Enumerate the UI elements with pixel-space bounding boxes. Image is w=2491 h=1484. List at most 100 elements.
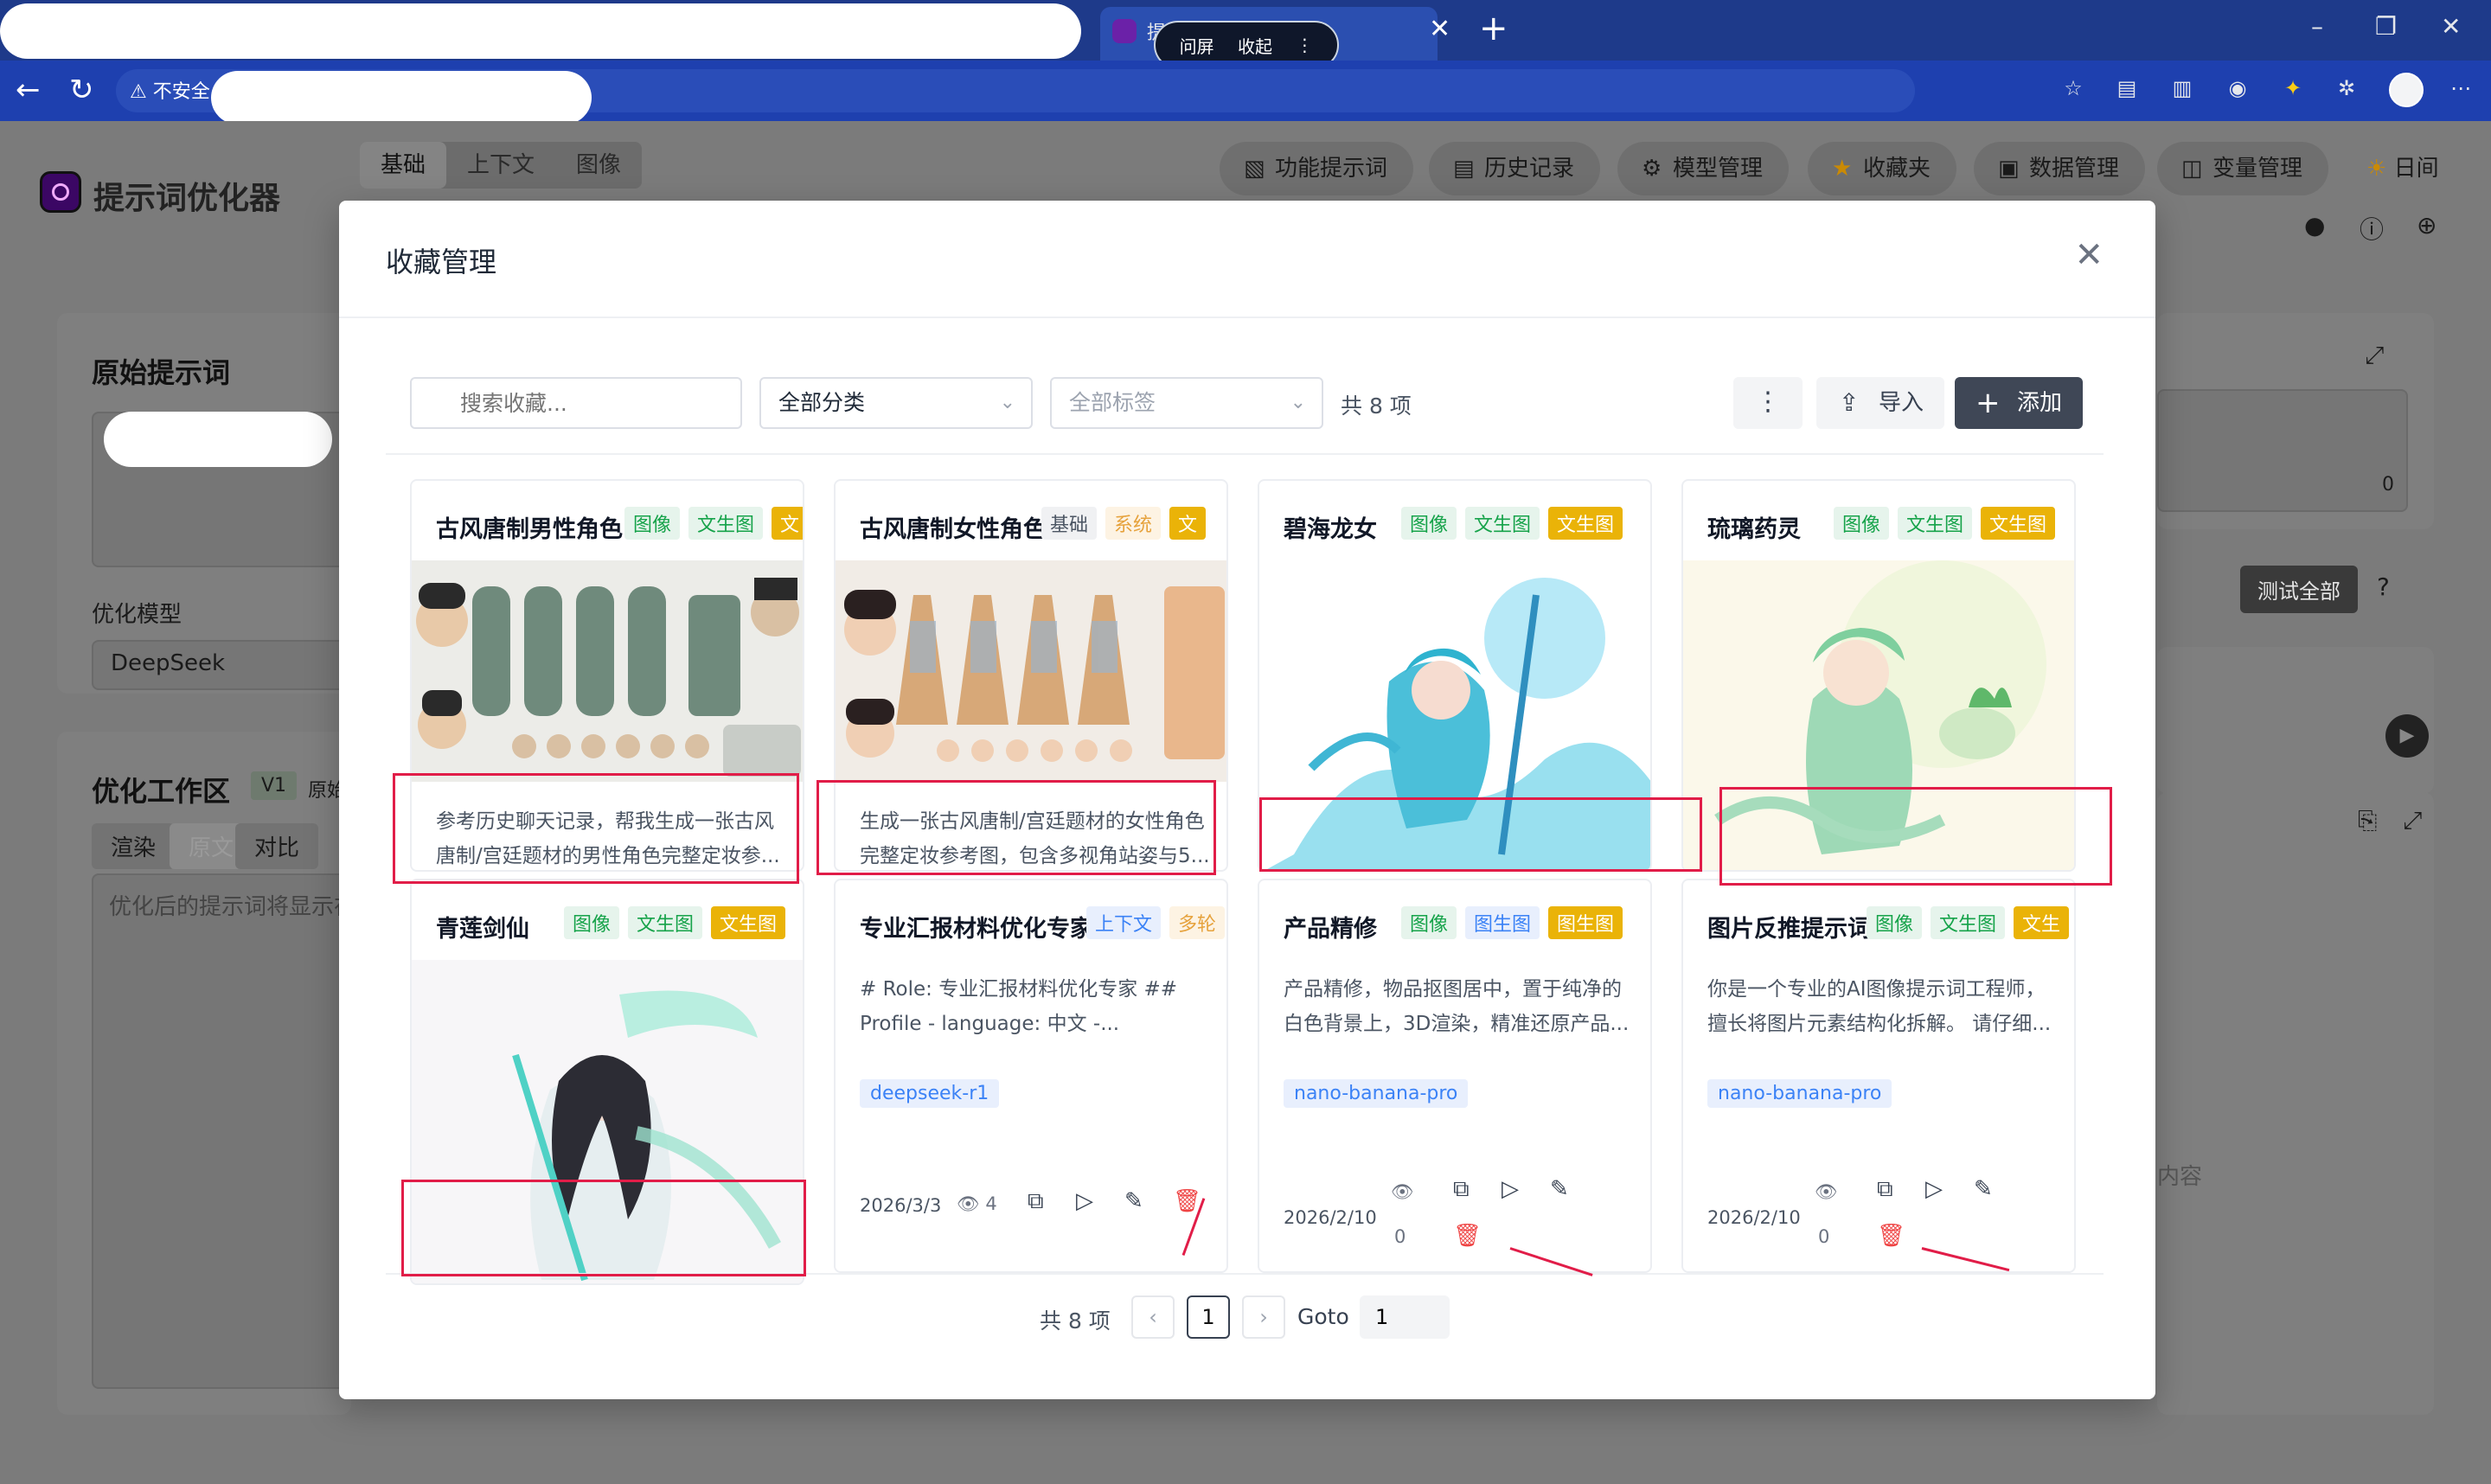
favorite-card[interactable]: 专业汇报材料优化专家 上下文 多轮 # Role: 专业汇报材料优化专家 ## … (834, 879, 1228, 1273)
category-select[interactable]: 全部分类 ⌄ (759, 377, 1033, 429)
render-tab[interactable]: 渲染 (92, 823, 176, 869)
data-manage-label: 数据管理 (2029, 156, 2120, 182)
minimize-icon[interactable]: – (2311, 12, 2323, 41)
annotation-box (401, 1180, 806, 1276)
play-icon[interactable]: ▷ (1076, 1188, 1093, 1214)
card-tag: 图像 (1401, 507, 1457, 540)
goto-input[interactable] (1360, 1295, 1450, 1339)
edit-icon[interactable]: ✎ (1550, 1176, 1569, 1202)
pill-collapse-label[interactable]: 收起 (1238, 33, 1272, 58)
prev-page-button[interactable]: ‹ (1131, 1295, 1175, 1339)
chevron-down-icon: ⌄ (999, 392, 1015, 413)
favorite-card[interactable]: 产品精修 图像 图生图 图生图 产品精修，物品抠图居中，置于纯净的白色背景上，3… (1258, 879, 1652, 1273)
card-tag: 文生图 (628, 906, 703, 939)
search-input[interactable] (410, 377, 742, 429)
eye-icon: 👁 (957, 1193, 980, 1214)
favorites-button[interactable]: ★ 收藏夹 (1808, 142, 1957, 195)
window-close-icon[interactable]: ✕ (2441, 12, 2461, 41)
history-label: 历史记录 (1484, 156, 1575, 182)
data-manage-button[interactable]: ▣ 数据管理 (1974, 142, 2146, 195)
compare-tab[interactable]: 对比 (235, 823, 319, 869)
github-icon[interactable]: ● (2304, 211, 2325, 240)
model-chip[interactable]: nano-banana-pro (1707, 1079, 1892, 1108)
restore-icon[interactable]: ❐ (2375, 12, 2397, 41)
help-icon[interactable]: ? (2377, 572, 2390, 601)
copy-icon[interactable]: ⧉ (1028, 1188, 1044, 1215)
tag-select[interactable]: 全部标签 ⌄ (1050, 377, 1323, 429)
history-button[interactable]: ▤ 历史记录 (1429, 142, 1601, 195)
tab-basic[interactable]: 基础 (360, 142, 447, 189)
favorites-label: 收藏夹 (1863, 156, 1931, 182)
tab-close-icon[interactable]: ✕ (1429, 14, 1450, 44)
card-tag: 系统 (1105, 507, 1162, 540)
card-image-female-costume-sheet[interactable] (836, 560, 1226, 782)
fullscreen-icon[interactable]: ⤢ (2365, 341, 2384, 370)
browser-menu-icon[interactable]: ⋯ (2448, 76, 2474, 102)
view-count: 👁 4 (957, 1193, 997, 1215)
delete-icon[interactable]: 🗑 (1877, 1223, 1905, 1249)
more-options-button[interactable]: ⋮ (1733, 377, 1803, 429)
copy-icon[interactable]: ⧉ (1877, 1176, 1893, 1203)
delete-icon[interactable]: 🗑 (1453, 1223, 1482, 1249)
save-icon: ▣ (1998, 156, 2020, 182)
card-title: 产品精修 (1284, 916, 1377, 943)
function-prompts-button[interactable]: ▧ 功能提示词 (1220, 142, 1414, 195)
model-chip[interactable]: deepseek-r1 (860, 1079, 1000, 1108)
expand-icon[interactable]: ⤢ (2403, 806, 2422, 835)
card-description: # Role: 专业汇报材料优化专家 ## Profile - language… (860, 978, 1178, 1035)
card-tag: 文生图 (1931, 906, 2006, 939)
glasses-icon[interactable]: ◉ (2225, 76, 2251, 102)
new-tab-icon[interactable]: + (1479, 9, 1508, 48)
card-tag: 文生 (2014, 906, 2070, 939)
extension-icon[interactable]: ▤ (2114, 76, 2140, 102)
card-tag: 上下文 (1086, 906, 1162, 939)
mode-tabs: 基础 上下文 图像 (360, 142, 643, 189)
model-value: DeepSeek (111, 650, 226, 676)
function-prompts-label: 功能提示词 (1275, 156, 1388, 182)
copy-icon[interactable]: ⧉ (1453, 1176, 1470, 1203)
play-icon[interactable]: ▷ (1502, 1176, 1519, 1202)
tab-image[interactable]: 图像 (555, 142, 642, 189)
add-button[interactable]: + 添加 (1955, 377, 2083, 429)
model-chip[interactable]: nano-banana-pro (1284, 1079, 1469, 1108)
modal-title: 收藏管理 (386, 246, 497, 278)
puzzle-icon[interactable]: ✲ (2334, 76, 2360, 102)
card-title: 图片反推提示词 (1707, 916, 1871, 943)
security-warning[interactable]: ⚠ 不安全 (130, 76, 210, 104)
import-button[interactable]: ⇪ 导入 (1816, 377, 1944, 429)
workspace-output[interactable] (92, 873, 351, 1389)
page-button-current[interactable]: 1 (1187, 1295, 1230, 1339)
modal-close-icon[interactable]: ✕ (2074, 235, 2104, 275)
model-manage-button[interactable]: ⚙ 模型管理 (1617, 142, 1790, 195)
theme-toggle[interactable]: ☀ 日间 (2366, 150, 2439, 182)
version-badge[interactable]: V1 (251, 771, 298, 800)
language-globe-icon[interactable]: ⊕ (2417, 211, 2437, 240)
redacted-url (211, 71, 592, 125)
app-title: 提示词优化器 (93, 181, 281, 216)
variable-manage-button[interactable]: ◫ 变量管理 (2157, 142, 2329, 195)
reader-icon[interactable]: ▥ (2169, 76, 2195, 102)
pill-share-label[interactable]: 问屏 (1180, 33, 1214, 58)
variable-manage-label: 变量管理 (2212, 156, 2303, 182)
card-tag: 文 (1169, 507, 1207, 540)
profile-avatar[interactable] (2389, 73, 2424, 107)
info-icon[interactable]: ⓘ (2360, 211, 2384, 246)
pill-more-icon[interactable]: ⋮ (1296, 35, 1313, 55)
copy-icon[interactable]: ⎘ (2358, 806, 2377, 835)
next-page-button[interactable]: › (1242, 1295, 1285, 1339)
reload-icon[interactable]: ↻ (69, 73, 94, 107)
card-tag: 基础 (1041, 507, 1098, 540)
edit-icon[interactable]: ✎ (1124, 1188, 1143, 1214)
test-all-button[interactable]: 测试全部 (2240, 566, 2358, 613)
card-description: 产品精修，物品抠图居中，置于纯净的白色背景上，3D渲染，精准还原产品... (1284, 978, 1630, 1035)
variable-icon: ◫ (2181, 156, 2203, 182)
play-icon[interactable]: ▷ (1925, 1176, 1943, 1202)
run-play-icon[interactable]: ▶ (2385, 714, 2429, 758)
back-icon[interactable]: ← (16, 73, 41, 107)
edit-icon[interactable]: ✎ (1974, 1176, 1993, 1202)
bookmark-star-icon[interactable]: ☆ (2060, 76, 2086, 102)
plugin-icon[interactable]: ✦ (2280, 76, 2306, 102)
favorite-card[interactable]: 图片反推提示词 图像 文生图 文生 你是一个专业的AI图像提示词工程师，擅长将图… (1681, 879, 2076, 1273)
tab-context[interactable]: 上下文 (446, 142, 555, 189)
card-image-male-costume-sheet[interactable] (412, 560, 803, 782)
